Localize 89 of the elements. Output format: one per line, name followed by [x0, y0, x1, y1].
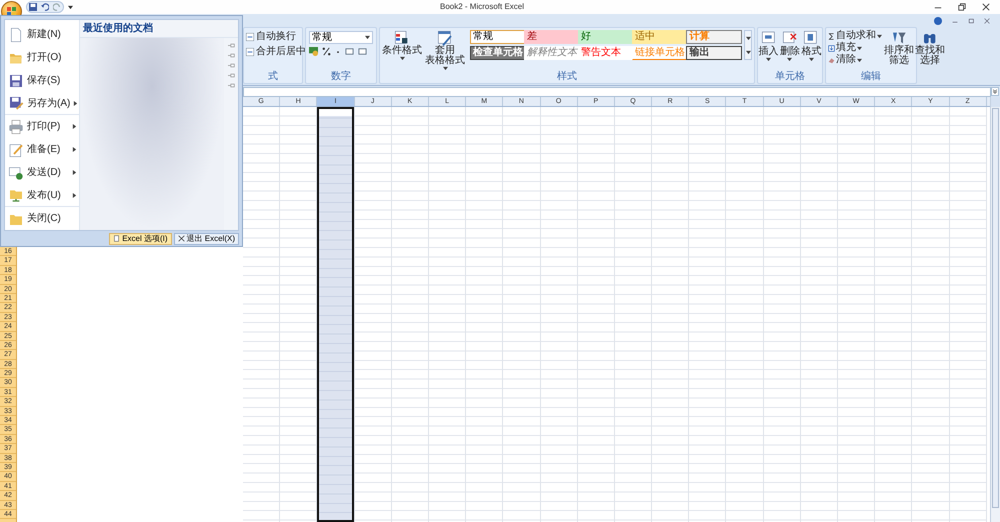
group-label: 单元格 — [774, 71, 806, 83]
cell-style[interactable]: 解释性文本 — [524, 46, 580, 60]
pin-icon[interactable] — [228, 43, 234, 48]
ribbon-button[interactable]: 自动求和 — [828, 30, 882, 42]
menu-item[interactable]: 打开(O) — [5, 46, 79, 69]
send-icon — [8, 164, 24, 180]
blank-page-icon — [8, 26, 24, 42]
conditional-format-icon — [394, 30, 410, 46]
active-cell[interactable] — [319, 109, 352, 116]
close-icon[interactable] — [984, 18, 990, 24]
caret-icon — [746, 36, 751, 40]
menu-item[interactable]: 发送(D) — [5, 161, 79, 184]
menu-footer-button[interactable]: Excel 选项(I) — [109, 232, 172, 244]
menu-footer-button[interactable]: 退出 Excel(X) — [174, 232, 239, 244]
group-label: 编辑 — [860, 71, 882, 83]
document-icon — [113, 235, 120, 242]
delete-cells-icon — [782, 30, 798, 46]
pin-icon[interactable] — [228, 83, 234, 88]
undo-icon[interactable] — [41, 3, 49, 11]
caret-icon — [442, 66, 448, 71]
caret-icon — [857, 46, 862, 50]
menu-item[interactable]: 准备(E) — [5, 138, 79, 161]
caret-icon — [857, 58, 862, 62]
menu-item[interactable]: 新建(N) — [5, 23, 79, 46]
caret-icon — [365, 35, 370, 40]
cell-style[interactable]: 警告文本 — [578, 46, 634, 60]
save-icon[interactable] — [29, 3, 37, 11]
pin-icon[interactable] — [228, 63, 234, 68]
printer-icon — [8, 118, 24, 134]
cell-style[interactable]: 差 — [524, 30, 580, 44]
number-format-dropdown[interactable]: 常规 — [309, 31, 373, 44]
menu-item[interactable]: 关闭(C) — [5, 207, 79, 230]
office-logo-icon — [6, 6, 16, 16]
scroll-thumb[interactable] — [992, 108, 999, 508]
caret-icon — [766, 57, 772, 62]
table-format-icon — [437, 30, 453, 46]
caret-icon — [808, 57, 814, 62]
ribbon-button[interactable]: 删除 — [780, 30, 800, 71]
currency-icon[interactable] — [309, 47, 318, 56]
increase-decimal-icon[interactable] — [345, 47, 354, 56]
caret-icon — [400, 56, 404, 61]
merge-cells-icon — [246, 48, 254, 56]
fill-down-icon — [828, 44, 835, 52]
close-icon[interactable] — [982, 3, 990, 11]
expand-formula-icon[interactable] — [991, 87, 999, 96]
pin-icon[interactable] — [228, 53, 234, 58]
ribbon-button[interactable]: 清除 — [828, 54, 882, 66]
customize-toolbar-icon[interactable] — [68, 4, 73, 10]
format-cells-icon — [803, 30, 820, 46]
caret-icon — [877, 34, 882, 38]
percent-icon[interactable] — [322, 47, 331, 56]
wrap-text-icon — [246, 33, 254, 41]
ribbon-button[interactable]: 条件格式 — [382, 30, 422, 71]
close-icon — [178, 235, 185, 242]
sort-filter-icon — [891, 30, 907, 46]
floppy-icon — [8, 72, 24, 88]
ribbon-button[interactable]: 自动换行 — [246, 31, 302, 43]
number-format-value: 常规 — [312, 32, 332, 43]
ribbon-button[interactable]: 插入 — [758, 30, 779, 71]
ribbon-button[interactable]: 格式 — [801, 30, 822, 71]
ribbon-button[interactable]: 查找和 选择 — [915, 30, 945, 71]
restore-icon[interactable] — [968, 18, 974, 24]
ribbon-button[interactable]: 填充 — [828, 42, 882, 54]
group-label: 数字 — [330, 71, 352, 83]
floppy-pencil-icon — [8, 95, 24, 111]
caret-icon — [746, 50, 751, 54]
menu-item[interactable]: 打印(P) — [5, 115, 79, 138]
ribbon-button[interactable]: 排序和 筛选 — [884, 30, 914, 71]
vertical-scrollbar[interactable] — [990, 97, 1000, 522]
restore-icon[interactable] — [958, 3, 966, 11]
cell-style[interactable]: 好 — [578, 30, 634, 44]
help-icon[interactable] — [934, 16, 942, 24]
group-label: 样式 — [556, 71, 578, 83]
cell-style[interactable]: 检查单元格 — [470, 46, 526, 60]
pencil-page-icon — [8, 142, 24, 158]
gallery-scroll[interactable] — [744, 30, 752, 60]
decrease-decimal-icon[interactable] — [358, 47, 367, 56]
group-label: 式 — [267, 71, 279, 83]
insert-cells-icon — [760, 30, 777, 46]
eraser-icon — [828, 56, 835, 64]
cell-style[interactable]: 适中 — [632, 30, 688, 44]
sigma-icon — [828, 32, 835, 40]
window-title: Book2 - Microsoft Excel — [440, 1, 524, 12]
menu-item[interactable]: 保存(S) — [5, 69, 79, 92]
cell-style[interactable]: 输出 — [686, 46, 742, 60]
ribbon-button[interactable]: 套用 表格格式 — [425, 30, 465, 71]
cell-style[interactable]: 常规 — [470, 30, 526, 44]
caret-icon — [787, 57, 792, 62]
pin-icon[interactable] — [228, 73, 234, 78]
